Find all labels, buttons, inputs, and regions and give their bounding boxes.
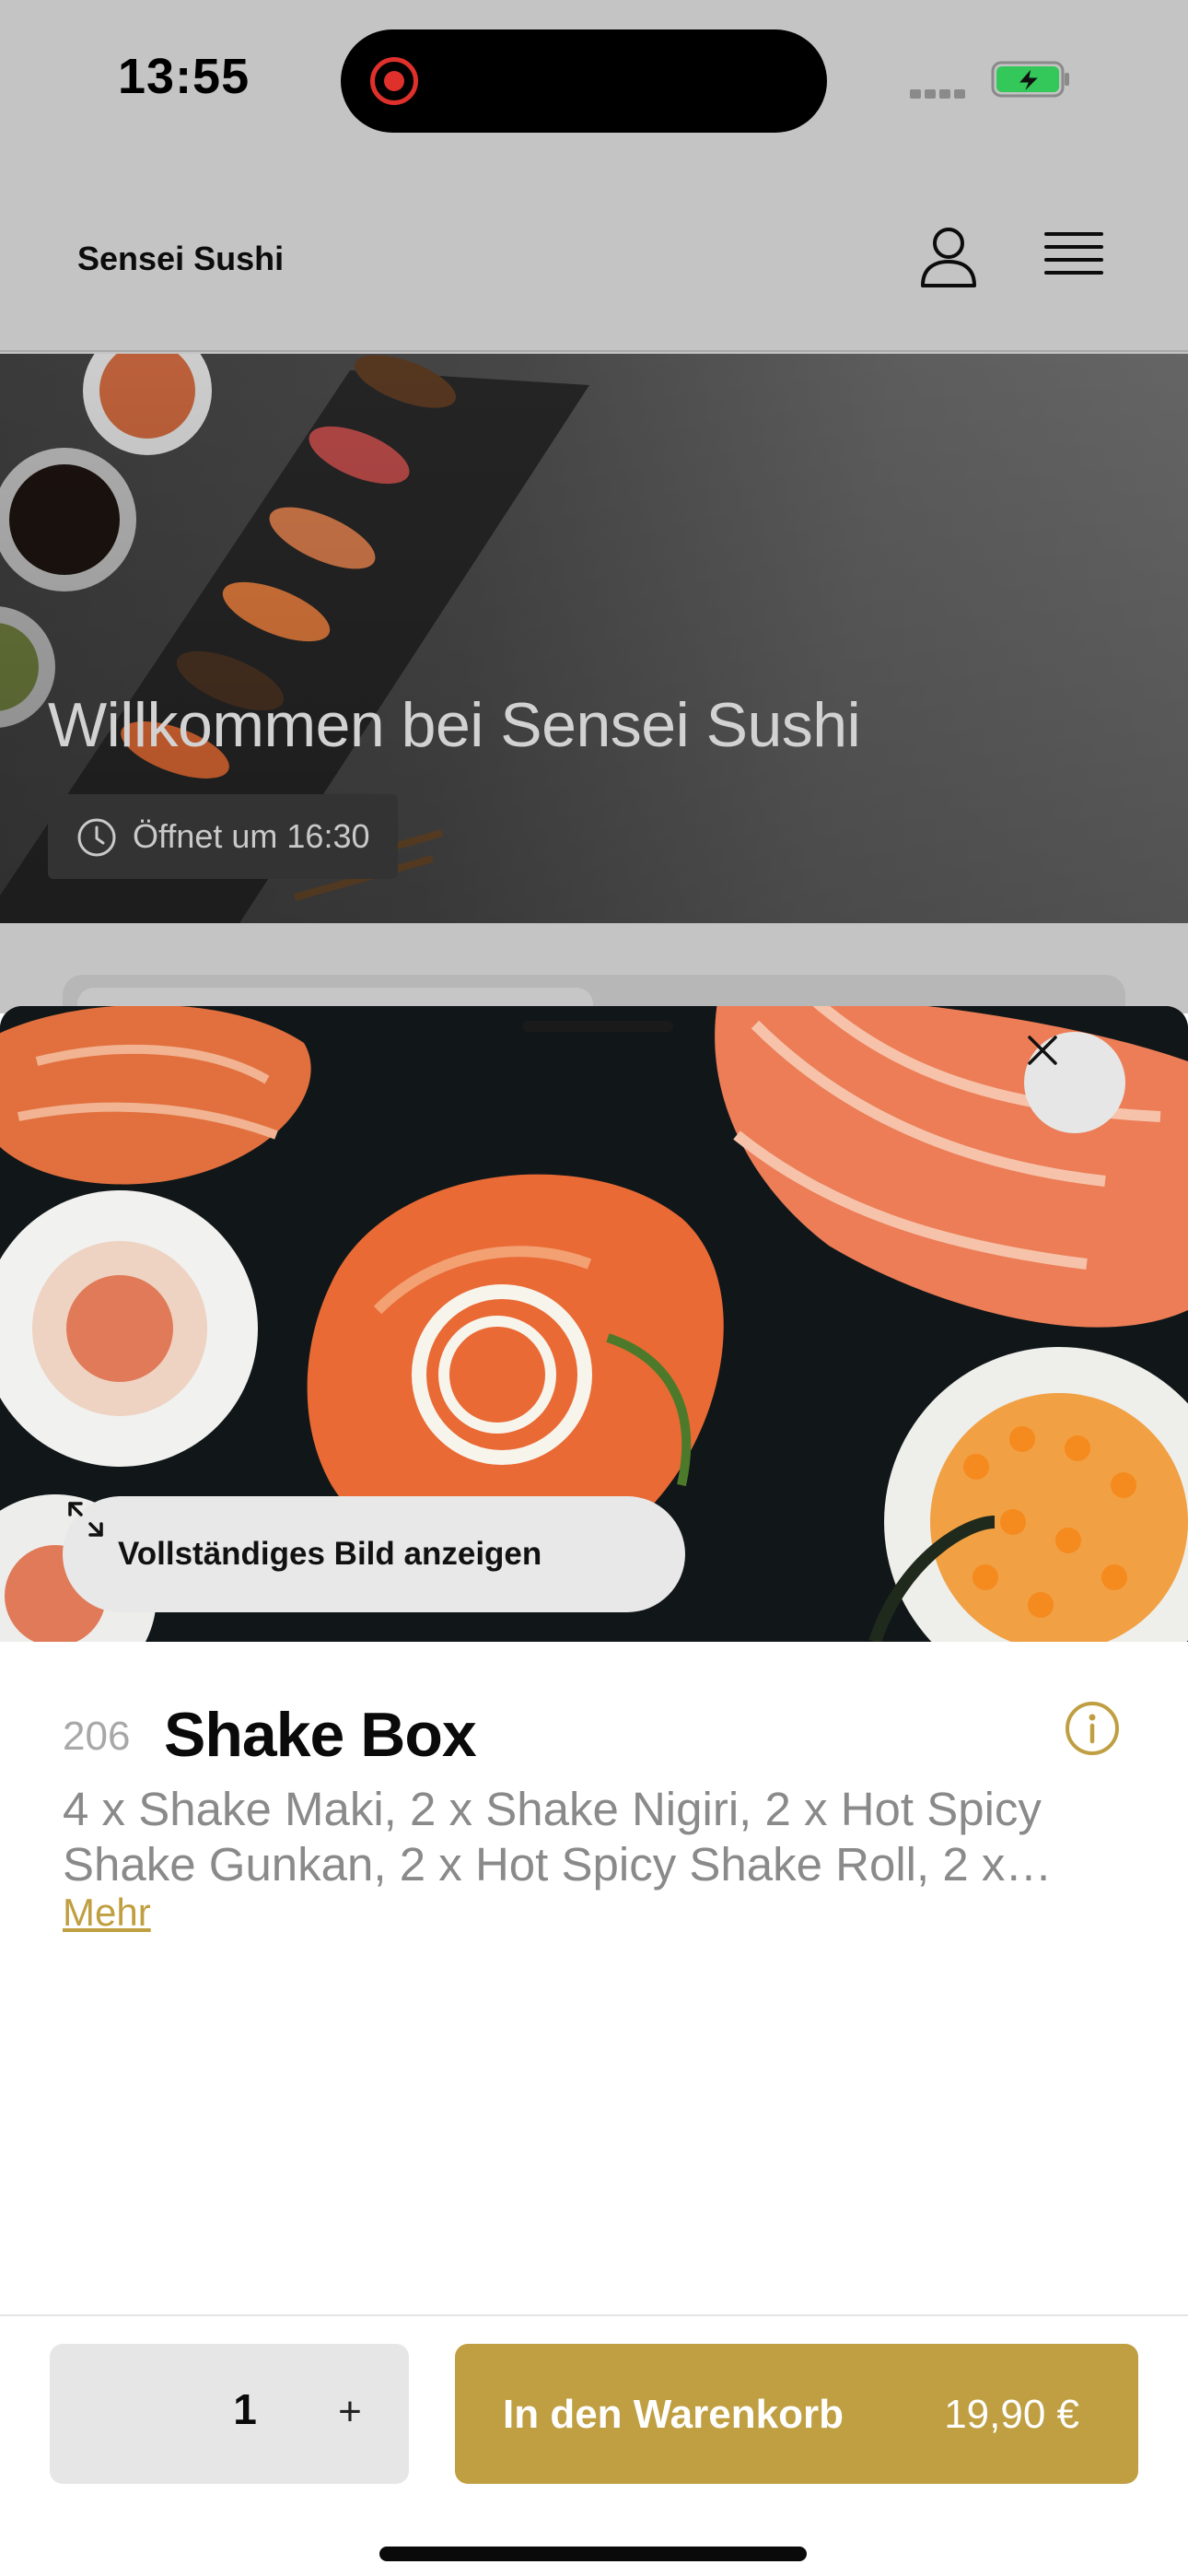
quantity-plus-button[interactable]: + <box>317 2379 383 2445</box>
product-image[interactable]: Vollständiges Bild anzeigen <box>0 1006 1188 1642</box>
opening-hours-text: Öffnet um 16:30 <box>133 817 370 855</box>
home-indicator[interactable] <box>379 2547 807 2561</box>
battery-charging-icon <box>991 61 1069 98</box>
user-icon[interactable] <box>912 219 985 293</box>
product-price: 19,90 € <box>944 2392 1079 2437</box>
add-to-cart-bar: 1 + In den Warenkorb 19,90 € <box>0 2314 1188 2576</box>
add-to-cart-label: In den Warenkorb <box>503 2392 844 2437</box>
sheet-grabber[interactable] <box>522 1021 673 1032</box>
product-number: 206 <box>63 1714 131 1759</box>
screen-recording-icon <box>370 57 418 105</box>
cellular-signal-icon <box>910 87 971 99</box>
dynamic-island <box>341 29 827 133</box>
clock-icon <box>77 818 116 857</box>
status-bar: 13:55 <box>0 0 1188 166</box>
opening-hours-badge: Öffnet um 16:30 <box>48 794 398 879</box>
welcome-title: Willkommen bei Sensei Sushi <box>48 690 861 760</box>
show-full-image-button[interactable]: Vollständiges Bild anzeigen <box>63 1496 685 1612</box>
quantity-stepper: 1 + <box>50 2344 409 2484</box>
close-button[interactable] <box>1024 1032 1125 1133</box>
info-icon[interactable] <box>1063 1699 1122 1758</box>
quantity-value: 1 <box>233 2385 257 2433</box>
product-description: 4 x Shake Maki, 2 x Shake Nigiri, 2 x Ho… <box>63 1783 1042 1891</box>
add-to-cart-button[interactable]: In den Warenkorb 19,90 € <box>455 2344 1138 2484</box>
hamburger-menu-icon[interactable] <box>1037 219 1111 293</box>
restaurant-name: Sensei Sushi <box>77 240 285 277</box>
app-header: Sensei Sushi <box>0 166 1188 352</box>
expand-icon <box>68 1502 103 1537</box>
close-icon <box>1028 1036 1057 1065</box>
show-full-image-label: Vollständiges Bild anzeigen <box>118 1536 542 1572</box>
status-time: 13:55 <box>118 49 250 104</box>
background-page: 13:55 Sensei Sushi Willkommen bei Sensei… <box>0 0 1188 1048</box>
product-name: Shake Box <box>164 1700 477 1770</box>
hero-banner: Willkommen bei Sensei Sushi Öffnet um 16… <box>0 354 1188 923</box>
more-link[interactable]: Mehr <box>63 1891 151 1935</box>
